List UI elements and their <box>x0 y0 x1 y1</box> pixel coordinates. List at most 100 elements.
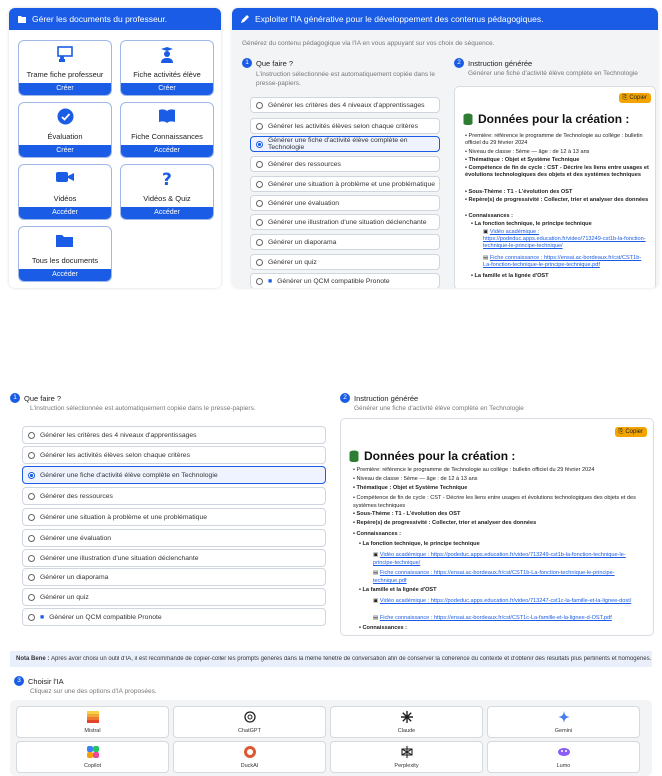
gen-link-line[interactable]: ▤ Fiche connaissance : https://ensai.ac-… <box>373 615 643 621</box>
gen-line: • Connaissances : <box>353 531 401 537</box>
card-videos[interactable]: Vidéos Accéder <box>18 164 112 220</box>
student-icon <box>121 46 213 64</box>
option-ressources[interactable]: Générer des ressources <box>22 487 326 505</box>
step-number: 1 <box>10 393 20 403</box>
generated-instruction: ⎘ Copier Données pour la création : • Pre… <box>340 418 654 636</box>
option-quiz[interactable]: Générer un quiz <box>22 588 326 606</box>
documents-panel-header: Gérer les documents du professeur. <box>9 8 221 30</box>
option-activites[interactable]: Générer les activités élèves selon chaqu… <box>22 446 326 464</box>
database-icon <box>463 113 473 125</box>
card-videos-quiz[interactable]: ? Vidéos & Quiz Accéder <box>120 164 214 220</box>
ai-claude[interactable]: Claude <box>330 706 483 738</box>
gen-line: • Repère(s) de progressivité : Collecter… <box>465 197 649 203</box>
option-activites[interactable]: Générer les activités élèves selon chaqu… <box>250 118 440 134</box>
copy-button[interactable]: ⎘ Copier <box>618 93 651 103</box>
create-button[interactable]: Créer <box>19 145 111 157</box>
option-situation-probleme[interactable]: Générer une situation à problème et une … <box>22 508 326 526</box>
card-title: Vidéos <box>53 194 77 203</box>
folder-open-icon <box>18 16 26 23</box>
access-button[interactable]: Accéder <box>121 145 213 157</box>
gen-line: • Première: référence le programme de Te… <box>353 467 595 473</box>
option-fiche-activite[interactable]: Générer une fiche d'activité élève compl… <box>250 136 440 152</box>
access-button[interactable]: Accéder <box>19 269 111 281</box>
card-title: Vidéos & Quiz <box>143 194 191 203</box>
svg-text:?: ? <box>162 170 172 188</box>
step2-description: Générer une fiche d'activité élève compl… <box>354 405 524 412</box>
option-qcm[interactable]: ■ Générer un QCM compatible Pronote <box>250 273 440 288</box>
gen-line: • La famille et la lignée d'OST <box>471 273 549 279</box>
gen-link-line[interactable]: ▣ Vidéo académique : https://podeduc.app… <box>373 597 643 605</box>
access-button[interactable]: Accéder <box>121 207 213 219</box>
perplexity-icon <box>331 746 482 758</box>
option-illustration[interactable]: Générer une illustration d'une situation… <box>22 549 326 567</box>
card-tous-documents[interactable]: Tous les documents Accéder <box>18 226 112 282</box>
option-criteres[interactable]: Générer les critères des 4 niveaux d'app… <box>250 97 440 113</box>
duckduckgo-icon <box>174 746 325 758</box>
nota-bene-text: Après avoir choisi un outil d'IA, il est… <box>51 656 652 662</box>
option-quiz[interactable]: Générer un quiz <box>250 254 440 270</box>
gen-line: • La fonction technique, le principe tec… <box>359 541 480 547</box>
ai-lumo[interactable]: Lumo <box>487 741 640 773</box>
claude-icon <box>331 711 482 723</box>
gen-line: • Compétence de fin de cycle : CST - Déc… <box>465 165 649 178</box>
generated-title: Données pour la création : <box>349 449 515 463</box>
option-evaluation[interactable]: Générer une évaluation <box>22 529 326 547</box>
gen-line: • La fonction technique, le principe tec… <box>471 221 592 227</box>
mistral-icon <box>17 711 168 723</box>
generated-instruction: ⎘ Copier Données pour la création : • Pre… <box>454 86 656 288</box>
card-title: Fiche Connaissances <box>131 132 203 141</box>
option-illustration[interactable]: Générer une illustration d'une situation… <box>250 214 440 230</box>
ai-panel: Exploiter l'IA générative pour le dévelo… <box>232 8 658 288</box>
copy-icon: ⎘ <box>618 428 624 435</box>
option-diaporama[interactable]: Générer un diaporama <box>22 568 326 586</box>
nota-bene: Nota Bene : Après avoir choisi un outil … <box>10 651 652 667</box>
option-ressources[interactable]: Générer des ressources <box>250 156 440 172</box>
nota-bene-label: Nota Bene : <box>16 656 50 662</box>
copy-button[interactable]: ⎘ Copier <box>614 427 647 437</box>
option-evaluation[interactable]: Générer une évaluation <box>250 195 440 211</box>
step-number: 2 <box>340 393 350 403</box>
check-circle-icon <box>19 108 111 125</box>
step1-header-large: 1 Que faire ? <box>10 393 61 403</box>
lumo-icon <box>488 746 639 756</box>
gen-link-line[interactable]: ▤ Fiche connaissance : https://ensai.ac-… <box>483 255 649 269</box>
ai-gemini[interactable]: Gemini <box>487 706 640 738</box>
gen-line: • Thématique : Objet et Système Techniqu… <box>465 157 580 163</box>
gen-line: • Première: référence le programme de Te… <box>465 133 643 146</box>
option-qcm[interactable]: ■ Générer un QCM compatible Pronote <box>22 608 326 626</box>
option-criteres[interactable]: Générer les critères des 4 niveaux d'app… <box>22 426 326 444</box>
ai-chatgpt[interactable]: ChatGPT <box>173 706 326 738</box>
video-icon <box>19 170 111 184</box>
card-trame-fiche[interactable]: Trame fiche professeur Créer <box>18 40 112 96</box>
gen-line: • Thématique : Objet et Système Techniqu… <box>353 485 468 491</box>
gen-link-line[interactable]: ▤ Fiche connaissance : https://ensai.ac-… <box>373 569 643 585</box>
presentation-icon <box>19 46 111 62</box>
option-diaporama[interactable]: Générer un diaporama <box>250 234 440 250</box>
create-button[interactable]: Créer <box>19 83 111 95</box>
copilot-icon <box>17 746 168 758</box>
gen-link-line[interactable]: ▣ Vidéo académique : https://podeduc.app… <box>373 551 643 567</box>
ai-mistral[interactable]: Mistral <box>16 706 169 738</box>
gen-line: • Sous-Thème : T1 - L'évolution des OST <box>465 189 573 195</box>
gen-line: • Sous-Thème : T1 - L'évolution des OST <box>353 511 461 517</box>
step1-description: L'instruction sélectionnée est automatiq… <box>30 405 256 412</box>
card-fiche-activites[interactable]: Fiche activités élève Créer <box>120 40 214 96</box>
option-situation-probleme[interactable]: Générer une situation à problème et une … <box>250 176 440 192</box>
question-icon: ? <box>121 170 213 188</box>
step2-title: Instruction générée <box>468 58 533 68</box>
gen-line: • La famille et la lignée d'OST <box>359 587 437 593</box>
step1-title: Que faire ? <box>256 58 294 68</box>
create-button[interactable]: Créer <box>121 83 213 95</box>
card-evaluation[interactable]: Évaluation Créer <box>18 102 112 158</box>
ai-copilot[interactable]: Copilot <box>16 741 169 773</box>
ai-perplexity[interactable]: Perplexity <box>330 741 483 773</box>
step2-title: Instruction générée <box>354 393 419 403</box>
database-icon <box>349 450 359 462</box>
generated-title: Données pour la création : <box>463 112 629 126</box>
access-button[interactable]: Accéder <box>19 207 111 219</box>
ai-duckai[interactable]: DuckAI <box>173 741 326 773</box>
step2-description: Générer une fiche d'activité élève compl… <box>468 70 638 77</box>
card-fiche-connaissances[interactable]: Fiche Connaissances Accéder <box>120 102 214 158</box>
option-fiche-activite[interactable]: Générer une fiche d'activité élève compl… <box>22 466 326 484</box>
gen-link-line[interactable]: ▣ Vidéo académique : https://podeduc.app… <box>483 229 649 250</box>
